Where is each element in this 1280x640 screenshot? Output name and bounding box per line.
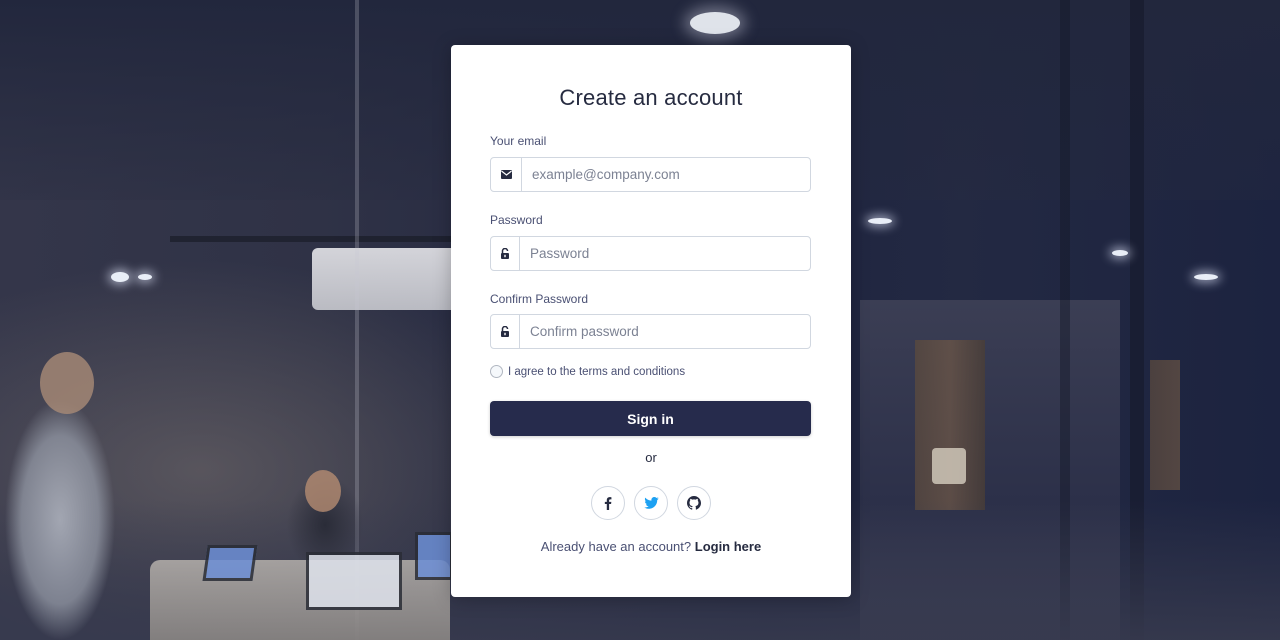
confirm-password-input[interactable]: [520, 315, 810, 348]
laptop: [306, 552, 402, 610]
confirm-password-label: Confirm Password: [490, 292, 589, 306]
twitter-button[interactable]: [634, 486, 668, 520]
ceiling-light: [111, 272, 129, 282]
email-input-group: [490, 157, 811, 192]
terms-checkbox[interactable]: [490, 365, 503, 378]
person-head: [305, 470, 341, 512]
password-input[interactable]: [520, 237, 810, 270]
wood-wall: [1150, 360, 1180, 490]
envelope-icon: [491, 158, 522, 191]
ceiling-light: [868, 218, 892, 224]
signup-card: Create an account Your email Password Co…: [451, 45, 851, 597]
confirm-password-input-group: [490, 314, 811, 349]
ceiling-light: [1194, 274, 1218, 280]
wood-wall: [915, 340, 985, 510]
divider-text: or: [645, 450, 657, 465]
password-input-group: [490, 236, 811, 271]
meeting-table: [150, 560, 450, 640]
password-label: Password: [490, 213, 543, 227]
chair: [932, 448, 966, 484]
login-prompt: Already have an account? Login here: [451, 539, 851, 554]
facebook-button[interactable]: [591, 486, 625, 520]
laptop: [415, 532, 453, 580]
page-title: Create an account: [559, 85, 743, 110]
social-login-group: [451, 486, 851, 520]
unlock-icon: [491, 237, 520, 270]
login-prompt-text: Already have an account?: [540, 539, 692, 554]
email-label: Your email: [490, 134, 547, 148]
email-input[interactable]: [522, 158, 810, 191]
air-conditioner: [312, 248, 462, 310]
unlock-icon: [491, 315, 520, 348]
terms-checkbox-row: I agree to the terms and conditions: [490, 365, 685, 378]
sign-in-button[interactable]: Sign in: [490, 401, 811, 436]
terms-label[interactable]: I agree to the terms and conditions: [508, 366, 685, 378]
ceiling-beam: [170, 236, 460, 242]
ceiling-light: [138, 274, 152, 280]
twitter-icon: [643, 497, 659, 509]
laptop: [202, 545, 258, 581]
github-button[interactable]: [677, 486, 711, 520]
github-icon: [687, 496, 701, 510]
facebook-icon: [604, 496, 612, 510]
person: [0, 380, 120, 640]
login-link[interactable]: Login here: [695, 539, 761, 554]
person-head: [40, 352, 94, 414]
ceiling-light: [1112, 250, 1128, 256]
ceiling-lamp: [690, 12, 740, 34]
